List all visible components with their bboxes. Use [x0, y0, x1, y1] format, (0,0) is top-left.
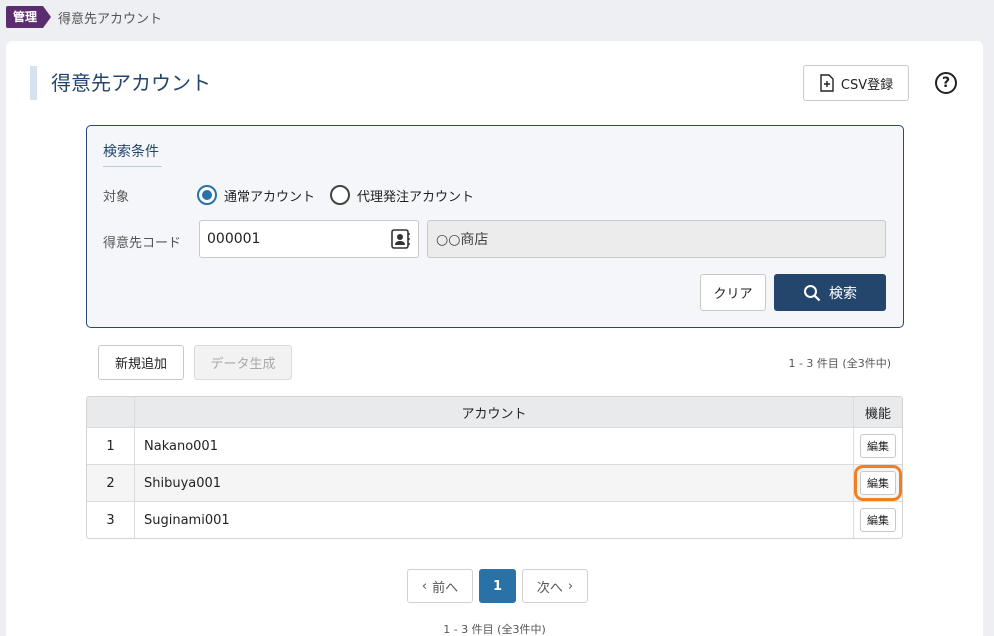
main-card: 得意先アカウント CSV登録 ? 検索条件 対象 通常アカウント 代理発注アカウ…: [6, 41, 983, 636]
breadcrumb-current: 得意先アカウント: [58, 11, 163, 27]
header-function: 機能: [864, 406, 891, 422]
table-row: 1 Nakano001 編集: [87, 427, 902, 464]
page-title: 得意先アカウント: [51, 71, 211, 95]
generate-data-button[interactable]: データ生成: [194, 345, 292, 380]
header-num: [87, 397, 135, 427]
table-row: 2 Shibuya001 編集: [87, 464, 902, 501]
table-header-row: アカウント 機能: [87, 397, 902, 427]
row-function: 編集: [854, 428, 902, 464]
radio-proxy-label: 代理発注アカウント: [357, 189, 475, 205]
add-new-button[interactable]: 新規追加: [98, 345, 184, 380]
customer-code-label: 得意先コード: [103, 236, 182, 251]
result-count-top: 1 - 3 件目 (全3件中): [788, 357, 891, 370]
edit-button[interactable]: 編集: [854, 465, 902, 501]
title-accent-bar: [30, 66, 37, 100]
row-num: 1: [87, 428, 135, 464]
help-icon[interactable]: ?: [935, 72, 957, 94]
row-num: 3: [87, 502, 135, 538]
next-page-label: 次へ: [536, 580, 563, 596]
row-function: 編集: [854, 465, 902, 501]
radio-proxy-account[interactable]: 代理発注アカウント: [330, 185, 474, 205]
breadcrumb-tag[interactable]: 管理: [6, 6, 52, 28]
account-table: アカウント 機能 1 Nakano001 編集 2 Shibuya001 編集 …: [86, 396, 903, 539]
target-label: 対象: [103, 190, 130, 205]
page-1-button[interactable]: 1: [479, 569, 516, 603]
customer-code-input[interactable]: 000001: [199, 220, 419, 258]
chevron-left-icon: ‹: [421, 578, 428, 594]
csv-register-label: CSV登録: [840, 77, 894, 93]
search-button-label: 検索: [829, 285, 857, 302]
search-panel-title: 検索条件: [103, 141, 162, 167]
csv-register-button[interactable]: CSV登録: [803, 65, 909, 101]
row-account: Nakano001: [135, 428, 854, 464]
row-num: 2: [87, 465, 135, 501]
table-row: 3 Suginami001 編集: [87, 501, 902, 538]
radio-checked-icon: [197, 185, 217, 205]
radio-normal-account[interactable]: 通常アカウント: [197, 185, 315, 205]
pagination: ‹ 前へ 1 次へ ›: [407, 569, 588, 603]
row-function: 編集: [854, 502, 902, 538]
chevron-right-icon: ›: [567, 578, 574, 594]
result-count-bottom: 1 - 3 件目 (全3件中): [443, 623, 546, 636]
address-book-icon[interactable]: [389, 228, 411, 250]
search-icon: [804, 284, 821, 301]
radio-normal-label: 通常アカウント: [224, 189, 316, 205]
customer-code-value: 000001: [207, 231, 261, 247]
prev-page-button[interactable]: ‹ 前へ: [407, 569, 473, 603]
customer-name-display: ○○商店: [427, 220, 886, 258]
header-account: アカウント: [135, 397, 854, 427]
file-add-icon: [820, 74, 834, 92]
radio-unchecked-icon: [330, 185, 350, 205]
row-account: Shibuya001: [135, 465, 854, 501]
search-button[interactable]: 検索: [774, 274, 886, 311]
edit-button[interactable]: 編集: [860, 434, 896, 458]
row-account: Suginami001: [135, 502, 854, 538]
next-page-button[interactable]: 次へ ›: [522, 569, 588, 603]
breadcrumb: 管理 得意先アカウント: [6, 6, 162, 28]
prev-page-label: 前へ: [432, 580, 459, 596]
search-panel: 検索条件 対象 通常アカウント 代理発注アカウント 得意先コード 000001 …: [86, 125, 904, 328]
edit-button[interactable]: 編集: [860, 508, 896, 532]
clear-button[interactable]: クリア: [700, 274, 766, 311]
